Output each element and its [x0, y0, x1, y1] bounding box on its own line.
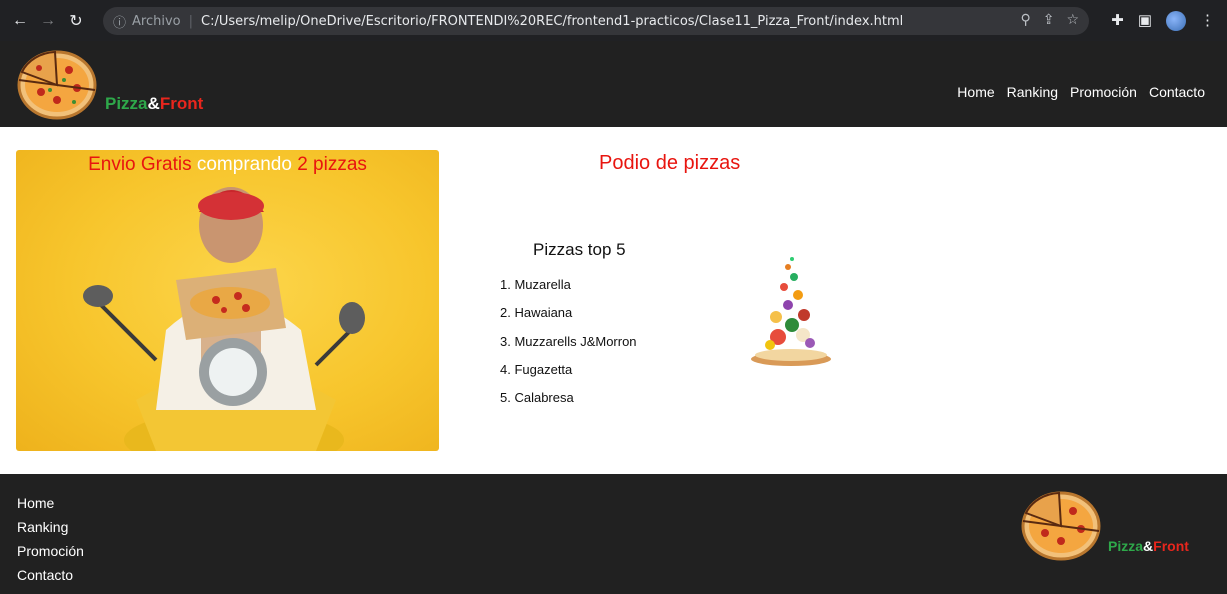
list-item: 3. Muzzarells J&Morron [500, 333, 637, 349]
top-nav: Home Ranking Promoción Contacto [957, 84, 1205, 100]
promo-banner: Envio Gratis comprando 2 pizzas [16, 150, 439, 451]
sidepanel-icon[interactable]: ▣ [1138, 11, 1152, 31]
footer-link-ranking[interactable]: Ranking [17, 519, 84, 543]
footer-nav: Home Ranking Promoción Contacto [17, 495, 84, 591]
top5-heading: Pizzas top 5 [533, 240, 626, 259]
brand-part2: Front [159, 94, 204, 113]
back-icon[interactable]: ← [6, 12, 34, 30]
nav-promocion[interactable]: Promoción [1070, 84, 1137, 100]
browser-toolbar: ← → ↻ ⓘ Archivo | C:/Users/melip/OneDriv… [0, 0, 1227, 41]
footer-pizza-logo[interactable] [1019, 491, 1103, 561]
brand-amp: & [147, 94, 160, 113]
footer-link-promocion[interactable]: Promoción [17, 543, 84, 567]
nav-home[interactable]: Home [957, 84, 994, 100]
list-item: 2. Hawaiana [500, 305, 573, 321]
share-icon[interactable]: ⇪ [1043, 12, 1055, 28]
brand-part1: Pizza [105, 94, 148, 113]
pizza-logo[interactable] [17, 50, 97, 120]
footer-link-home[interactable]: Home [17, 495, 84, 519]
site-header: Pizza&Front Home Ranking Promoción Conta… [0, 41, 1227, 127]
brand-name: Pizza&Front [105, 94, 203, 114]
profile-avatar[interactable] [1166, 11, 1186, 31]
list-item: 1. Muzarella [500, 277, 571, 292]
info-icon[interactable]: ⓘ [113, 12, 126, 31]
footer-brand-amp: & [1143, 538, 1154, 554]
menu-icon[interactable]: ⋮ [1200, 11, 1215, 31]
footer-link-contacto[interactable]: Contacto [17, 567, 84, 591]
scheme-label: Archivo [132, 13, 181, 29]
zoom-icon[interactable]: ⚲ [1020, 12, 1030, 28]
separator: | [188, 13, 194, 29]
nav-ranking[interactable]: Ranking [1007, 84, 1058, 100]
top5-list: 1. Muzarella 2. Hawaiana 3. Muzzarells J… [500, 277, 637, 418]
extensions-icon[interactable]: ✚ [1111, 11, 1124, 31]
delivery-illustration [83, 187, 365, 451]
nav-contacto[interactable]: Contacto [1149, 84, 1205, 100]
url-text[interactable]: C:/Users/melip/OneDrive/Escritorio/FRONT… [201, 14, 903, 29]
star-icon[interactable]: ☆ [1066, 12, 1079, 28]
reload-icon[interactable]: ↻ [62, 11, 90, 31]
footer-brand-part1: Pizza [1108, 538, 1144, 554]
footer-brand-part2: Front [1153, 538, 1189, 554]
list-item: 5. Calabresa [500, 390, 574, 406]
podio-title: Podio de pizzas [599, 152, 741, 174]
site-footer: Home Ranking Promoción Contacto Pizza&Fr… [0, 474, 1227, 594]
list-item: 4. Fugazetta [500, 361, 573, 377]
address-bar[interactable]: ⓘ Archivo | C:/Users/melip/OneDrive/Escr… [103, 7, 1089, 35]
forward-icon[interactable]: → [34, 12, 62, 30]
pizza-ingredients-image [751, 257, 831, 366]
footer-brand-name: Pizza&Front [1108, 538, 1189, 554]
